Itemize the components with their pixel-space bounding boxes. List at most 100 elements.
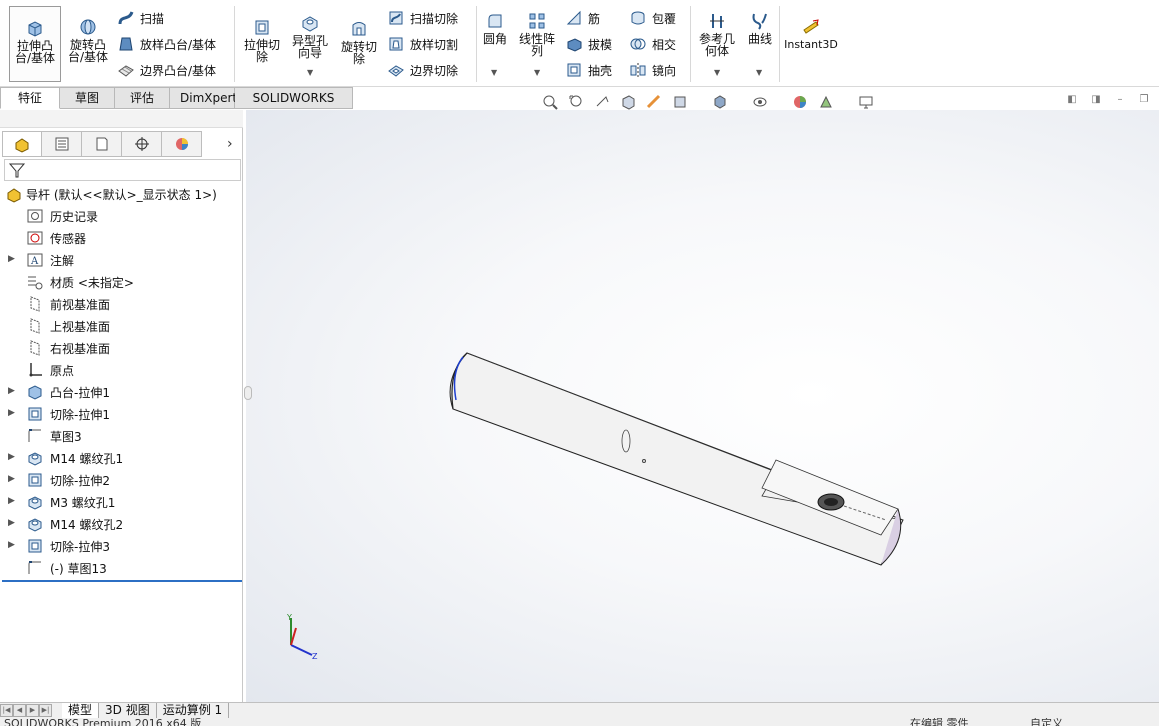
expand-arrow-icon[interactable]: ▶	[8, 540, 15, 550]
material-icon	[25, 273, 45, 291]
rib-icon	[564, 9, 584, 27]
graphics-area[interactable]: Y Z	[246, 110, 1159, 702]
expand-arrow-icon[interactable]: ▶	[8, 518, 15, 528]
tree-item-cut-extrude2[interactable]: ▶ 切除-拉伸2	[0, 469, 243, 491]
zoom-to-area-icon[interactable]	[566, 92, 586, 112]
view-orientation-icon[interactable]	[670, 92, 690, 112]
tree-filter[interactable]	[4, 159, 241, 181]
expand-arrow-icon[interactable]: ▶	[8, 254, 15, 264]
first-tab-icon[interactable]: |◀	[0, 704, 13, 717]
expand-arrow-icon[interactable]: ▶	[8, 452, 15, 462]
revolve-boss-button[interactable]: 旋转凸 台/基体	[64, 6, 112, 82]
tree-item-m14-tapped-hole2[interactable]: ▶ M14 螺纹孔2	[0, 513, 243, 535]
view-settings-icon[interactable]	[856, 92, 876, 112]
reference-geometry-dropdown[interactable]: ▼	[714, 68, 720, 77]
feature-manager-tab[interactable]	[2, 131, 42, 157]
boundary-cut-icon	[386, 61, 406, 79]
expand-arrow-icon[interactable]: ▶	[8, 474, 15, 484]
extrude-cut-button[interactable]: 拉伸切 除	[240, 16, 284, 63]
property-manager-tab[interactable]	[42, 131, 82, 157]
prev-tab-icon[interactable]: ◀	[13, 704, 26, 717]
intersect-button[interactable]: 相交	[628, 35, 676, 53]
tree-root-part[interactable]: 导杆 (默认<<默认>_显示状态 1>)	[0, 183, 243, 205]
tile-right-icon[interactable]: ◨	[1089, 92, 1103, 106]
hide-show-items-icon[interactable]	[750, 92, 770, 112]
tab-3d-views[interactable]: 3D 视图	[99, 702, 157, 719]
linear-pattern-dropdown[interactable]: ▼	[534, 68, 540, 77]
tree-item-history[interactable]: 历史记录	[0, 205, 243, 227]
expand-arrow-icon[interactable]: ▶	[8, 386, 15, 396]
loft-cut-button[interactable]: 放样切割	[386, 35, 458, 53]
mirror-button[interactable]: 镜向	[628, 61, 676, 79]
tab-motion-study[interactable]: 运动算例 1	[157, 702, 230, 719]
edit-appearance-icon[interactable]	[790, 92, 810, 112]
sketch-icon	[25, 427, 45, 445]
sweep-button[interactable]: 扫描	[116, 9, 164, 27]
boundary-boss-button[interactable]: 边界凸台/基体	[116, 61, 216, 79]
part-model[interactable]: Y Z	[246, 110, 1159, 702]
tree-item-cut-extrude1[interactable]: ▶ 切除-拉伸1	[0, 403, 243, 425]
hole-wizard-dropdown[interactable]: ▼	[307, 68, 313, 77]
minimize-icon[interactable]: –	[1113, 92, 1127, 106]
rollback-bar[interactable]	[2, 580, 242, 582]
fillet-dropdown[interactable]: ▼	[491, 68, 497, 77]
previous-view-icon[interactable]	[592, 92, 612, 112]
ribbon-separator	[476, 6, 477, 82]
rib-button[interactable]: 筋	[564, 9, 600, 27]
tree-item-m3-tapped-hole1[interactable]: ▶ M3 螺纹孔1	[0, 491, 243, 513]
tile-left-icon[interactable]: ◧	[1065, 92, 1079, 106]
curves-dropdown[interactable]: ▼	[756, 68, 762, 77]
tree-item-annotations[interactable]: ▶ A 注解	[0, 249, 243, 271]
draft-button[interactable]: 拔模	[564, 35, 612, 53]
tab-evaluate[interactable]: 评估	[115, 87, 170, 109]
configuration-manager-tab[interactable]	[82, 131, 122, 157]
tree-item-m14-tapped-hole1[interactable]: ▶ M14 螺纹孔1	[0, 447, 243, 469]
apply-scene-icon[interactable]	[816, 92, 836, 112]
shell-button[interactable]: 抽壳	[564, 61, 612, 79]
section-view-icon[interactable]	[618, 92, 638, 112]
curves-button[interactable]: 曲线	[744, 10, 776, 45]
tree-item-boss-extrude1[interactable]: ▶ 凸台-拉伸1	[0, 381, 243, 403]
tree-item-sketch3[interactable]: 草图3	[0, 425, 243, 447]
tree-item-origin[interactable]: 原点	[0, 359, 243, 381]
panel-splitter-handle[interactable]	[244, 386, 252, 400]
tab-dimxpert[interactable]: DimXpert	[170, 87, 237, 109]
part-icon	[4, 185, 24, 203]
sweep-cut-button[interactable]: 扫描切除	[386, 9, 458, 27]
tree-item-sketch13[interactable]: (-) 草图13	[0, 557, 243, 579]
tree-item-front-plane[interactable]: 前视基准面	[0, 293, 243, 315]
tree-item-top-plane[interactable]: 上视基准面	[0, 315, 243, 337]
tree-item-sensors[interactable]: 传感器	[0, 227, 243, 249]
boundary-boss-icon	[116, 61, 136, 79]
revolve-cut-button[interactable]: 旋转切 除	[337, 18, 381, 65]
boundary-cut-button[interactable]: 边界切除	[386, 61, 458, 79]
extrude-boss-button[interactable]: 拉伸凸 台/基体	[9, 6, 61, 82]
loft-boss-button[interactable]: 放样凸台/基体	[116, 35, 216, 53]
expand-arrow-icon[interactable]: ▶	[8, 408, 15, 418]
wrap-button[interactable]: 包覆	[628, 9, 676, 27]
tab-sketch[interactable]: 草图	[60, 87, 115, 109]
linear-pattern-button[interactable]: 线性阵 列	[515, 10, 559, 57]
display-style-icon[interactable]	[710, 92, 730, 112]
status-units[interactable]: 自定义	[1030, 718, 1063, 726]
expand-arrow-icon[interactable]: ▶	[8, 496, 15, 506]
tree-item-material[interactable]: 材质 <未指定>	[0, 271, 243, 293]
next-tab-icon[interactable]: ▶	[26, 704, 39, 717]
tab-features[interactable]: 特征	[0, 87, 60, 109]
tree-item-right-plane[interactable]: 右视基准面	[0, 337, 243, 359]
reference-geometry-button[interactable]: 参考几 何体	[695, 10, 739, 57]
tree-item-cut-extrude3[interactable]: ▶ 切除-拉伸3	[0, 535, 243, 557]
more-tabs-arrow[interactable]: ›	[227, 136, 233, 152]
dynamic-annotation-icon[interactable]	[644, 92, 664, 112]
tab-model[interactable]: 模型	[62, 702, 100, 719]
last-tab-icon[interactable]: ▶|	[39, 704, 52, 717]
instant3d-button[interactable]: Instant3D	[784, 16, 838, 51]
hole-wizard-button[interactable]: 异型孔 向导	[288, 12, 332, 59]
panel-grip[interactable]	[0, 110, 243, 128]
dimxpert-manager-tab[interactable]	[122, 131, 162, 157]
fillet-button[interactable]: 圆角	[479, 10, 511, 45]
display-manager-tab[interactable]	[162, 131, 202, 157]
zoom-to-fit-icon[interactable]	[540, 92, 560, 112]
restore-icon[interactable]: ❐	[1137, 92, 1151, 106]
coordinate-triad: Y Z	[286, 613, 318, 661]
